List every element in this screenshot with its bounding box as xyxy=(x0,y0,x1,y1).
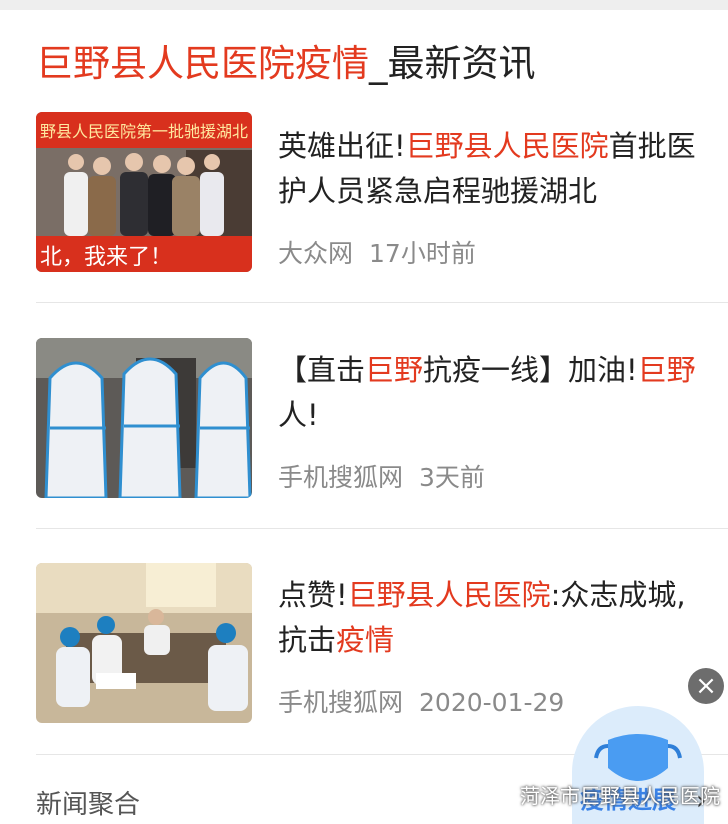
page-title-highlight: 巨野县人民医院疫情 xyxy=(36,42,369,85)
news-source: 手机搜狐网 xyxy=(278,688,404,717)
close-icon[interactable]: × xyxy=(688,668,724,704)
banner-text: 野县人民医院第一批驰援湖北 xyxy=(40,122,248,141)
news-thumbnail[interactable] xyxy=(36,563,252,723)
news-title[interactable]: 点赞!巨野县人民医院:众志成城,抗击疫情 xyxy=(278,573,708,663)
news-meta: 手机搜狐网 2020-01-29 xyxy=(278,683,564,719)
top-separator xyxy=(0,0,728,10)
divider xyxy=(36,302,728,303)
news-thumbnail[interactable] xyxy=(36,338,252,498)
news-time: 3天前 xyxy=(419,463,485,492)
watermark-text: 菏泽市巨野县人民医院 xyxy=(520,784,720,808)
news-item[interactable]: 【直击巨野抗疫一线】加油!巨野人! 手机搜狐网 3天前 xyxy=(0,338,728,538)
page-title-rest: _最新资讯 xyxy=(369,42,536,85)
news-aggregation-link[interactable]: 新闻聚合 xyxy=(36,784,140,821)
news-time: 17小时前 xyxy=(369,239,476,268)
news-title[interactable]: 英雄出征!巨野县人民医院首批医护人员紧急启程驰援湖北 xyxy=(278,124,708,214)
news-meta: 大众网 17小时前 xyxy=(278,234,476,270)
news-title[interactable]: 【直击巨野抗疫一线】加油!巨野人! xyxy=(278,348,708,438)
news-item[interactable]: 野县人民医院第一批驰援湖北 北，我来了！ 英雄出征!巨野县人民医院首批医护人员紧… xyxy=(0,112,728,312)
news-source: 手机搜狐网 xyxy=(278,463,404,492)
watermark: 菏泽市巨野县人民医院 xyxy=(494,780,720,809)
divider xyxy=(36,528,728,529)
news-time: 2020-01-29 xyxy=(419,688,565,717)
page-title[interactable]: 巨野县人民医院疫情_最新资讯 xyxy=(36,40,536,88)
wechat-icon xyxy=(495,789,514,805)
news-thumbnail[interactable]: 野县人民医院第一批驰援湖北 北，我来了！ xyxy=(36,112,252,272)
news-source: 大众网 xyxy=(278,239,354,268)
news-meta: 手机搜狐网 3天前 xyxy=(278,458,485,494)
caption-text: 北，我来了！ xyxy=(40,245,172,270)
